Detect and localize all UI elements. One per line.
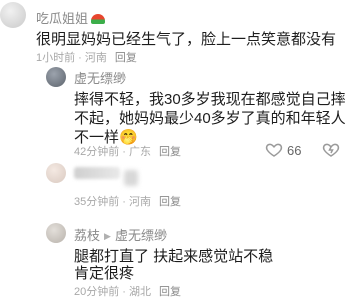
avatar[interactable] [46,67,66,87]
reply-button[interactable]: 回复 [159,196,181,208]
dislike-button[interactable] [322,141,340,164]
reply-text-blurred [124,170,138,186]
reply-meta: 42分钟前 · 广东 回复 [74,146,182,158]
reply-username[interactable]: 虚无缥缈 [74,68,126,87]
watermelon-badge-icon [91,14,106,24]
avatar[interactable] [0,2,26,28]
reply-username-blurred [74,167,120,179]
reply-meta: 35分钟前 · 河南 回复 [74,196,182,208]
reply-username: 荔枝 ▶ 虚无缥缈 [74,228,167,243]
reply-button[interactable]: 回复 [159,286,181,298]
like-count: 66 [287,142,302,158]
reply-text: 肯定很疼 [74,265,135,282]
reply-arrow-icon: ▶ [104,231,111,241]
reply-button[interactable]: 回复 [159,146,181,158]
dislike-icon [322,143,340,157]
comment-meta: 1小时前 · 河南 回复 [36,52,137,64]
avatar[interactable] [46,163,66,183]
heart-outline-icon [265,143,283,157]
avatar[interactable] [46,223,66,243]
comment-username[interactable]: 吃瓜姐姐 [36,8,106,27]
like-button[interactable]: 66 [265,141,301,159]
reply-meta: 20分钟前 · 湖北 回复 [74,286,182,298]
reply-text: 摔得不轻，我30多岁我现在都感觉自己摔不起，她妈妈最少40多岁了真的和年轻人不一… [74,91,346,146]
comment-text: 很明显妈妈已经生气了，脸上一点笑意都没有 [36,31,337,48]
reply-button[interactable]: 回复 [115,52,137,64]
